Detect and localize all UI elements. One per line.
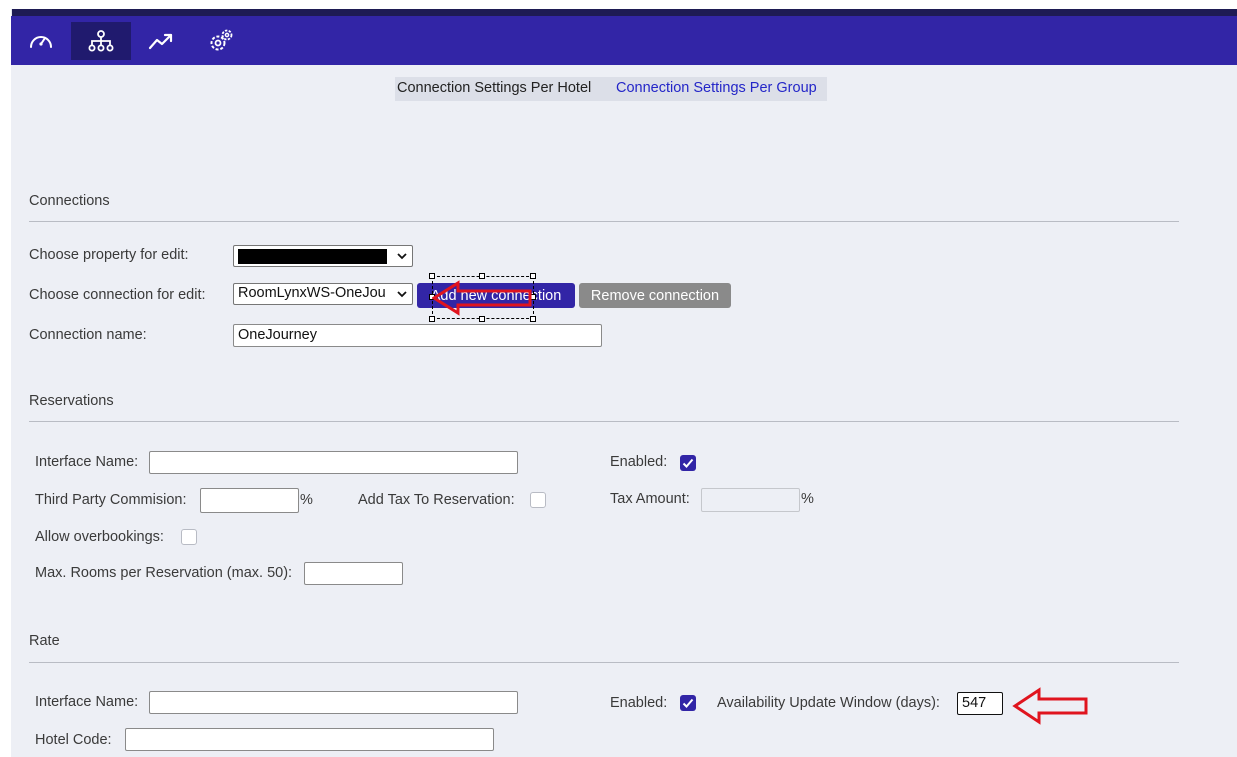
rate-section-title: Rate xyxy=(29,633,60,649)
rate-interface-name-label: Interface Name: xyxy=(35,694,139,710)
selection-handle xyxy=(530,273,536,279)
checkmark-icon xyxy=(682,698,694,708)
reservation-enabled-label: Enabled: xyxy=(610,454,668,470)
redacted-property-value xyxy=(238,249,387,264)
availability-window-field[interactable]: 547 xyxy=(957,692,1003,715)
rate-enabled-label: Enabled: xyxy=(610,695,668,711)
checkmark-icon xyxy=(682,458,694,468)
dashboard-gauge-icon xyxy=(30,36,52,48)
connection-name-label: Connection name: xyxy=(29,327,147,343)
tax-amount-label: Tax Amount: xyxy=(610,491,690,507)
rate-enabled-checkbox[interactable] xyxy=(680,695,696,711)
annotation-arrow-left-icon xyxy=(432,280,532,316)
reservation-enabled-checkbox[interactable] xyxy=(680,455,696,471)
connection-select-value: RoomLynxWS-OneJou xyxy=(238,285,386,301)
hotel-code-field[interactable] xyxy=(125,728,494,751)
connection-select[interactable]: RoomLynxWS-OneJou xyxy=(233,283,413,305)
reservations-section-title: Reservations xyxy=(29,393,114,409)
overbookings-checkbox[interactable] xyxy=(181,529,197,545)
divider xyxy=(29,662,1179,663)
connection-name-field[interactable]: OneJourney xyxy=(233,324,602,347)
selection-handle xyxy=(429,316,435,322)
property-select[interactable] xyxy=(233,245,413,267)
selection-handle xyxy=(429,273,435,279)
remove-connection-button[interactable]: Remove connection xyxy=(579,283,731,308)
max-rooms-label: Max. Rooms per Reservation (max. 50): xyxy=(35,565,293,581)
property-label: Choose property for edit: xyxy=(29,247,189,263)
selection-handle xyxy=(479,273,485,279)
tab-connection-settings-per-group[interactable]: Connection Settings Per Group xyxy=(616,80,817,96)
reservation-interface-name-label: Interface Name: xyxy=(35,454,139,470)
connection-label: Choose connection for edit: xyxy=(29,287,206,303)
chevron-down-icon xyxy=(397,253,407,260)
add-tax-label: Add Tax To Reservation: xyxy=(358,492,515,508)
annotation-arrow-left-icon xyxy=(1012,687,1088,725)
divider xyxy=(29,221,1179,222)
rate-interface-name-field[interactable] xyxy=(149,691,518,714)
chevron-down-icon xyxy=(397,291,407,298)
content-area xyxy=(11,65,1237,757)
add-tax-checkbox[interactable] xyxy=(530,492,546,508)
tab-connection-settings-per-hotel[interactable]: Connection Settings Per Hotel xyxy=(397,80,591,96)
tax-amount-percent: % xyxy=(801,491,814,507)
network-connections-icon xyxy=(88,30,114,52)
reservation-interface-name-field[interactable] xyxy=(149,451,518,474)
trending-up-icon xyxy=(148,33,173,50)
top-nav-bar xyxy=(11,16,1237,65)
commission-label: Third Party Commision: xyxy=(35,492,187,508)
settings-gears-icon xyxy=(210,29,233,51)
nav-settings-button[interactable] xyxy=(191,22,251,60)
connections-section-title: Connections xyxy=(29,193,110,209)
overbookings-label: Allow overbookings: xyxy=(35,529,164,545)
hotel-code-label: Hotel Code: xyxy=(35,732,112,748)
availability-window-label: Availability Update Window (days): xyxy=(717,695,940,711)
selection-handle xyxy=(479,316,485,322)
tax-amount-field[interactable] xyxy=(701,488,800,512)
commission-field[interactable] xyxy=(200,488,299,513)
divider xyxy=(29,421,1179,422)
nav-connections-button[interactable] xyxy=(71,22,131,60)
commission-percent: % xyxy=(300,492,313,508)
settings-tabs: Connection Settings Per Hotel Connection… xyxy=(395,77,827,101)
nav-trends-button[interactable] xyxy=(131,22,191,60)
max-rooms-field[interactable] xyxy=(304,562,403,585)
top-strip xyxy=(11,9,1237,16)
selection-handle xyxy=(530,316,536,322)
nav-dashboard-button[interactable] xyxy=(11,22,71,60)
